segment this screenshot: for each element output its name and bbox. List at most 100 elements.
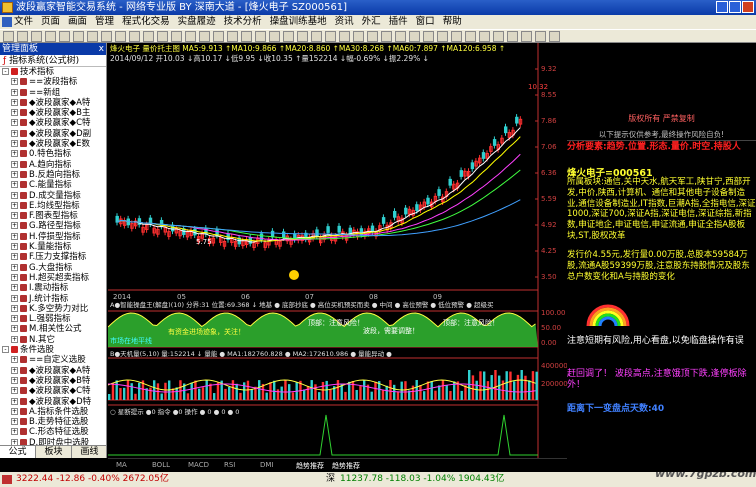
tree-item[interactable]: + D.成交量指标 (0, 191, 106, 201)
tree-item[interactable]: + ◆波段赢家◆C特 (0, 386, 106, 396)
menu-item-5[interactable]: 实盘履迹 (178, 16, 216, 27)
tab-formula[interactable]: 公式 (0, 446, 36, 458)
menu-item-4[interactable]: 程式化交易 (122, 16, 170, 27)
expand-icon[interactable]: + (11, 325, 18, 333)
toolbar-button[interactable] (325, 31, 336, 42)
tree-item[interactable]: + ==波段指标 (0, 77, 106, 87)
toolbar-button[interactable] (59, 31, 70, 42)
toolbar-button[interactable] (297, 31, 308, 42)
toolbar-button[interactable] (157, 31, 168, 42)
indicator-tab[interactable]: RSI (224, 461, 235, 469)
toolbar-button[interactable] (311, 31, 322, 42)
expand-icon[interactable]: + (11, 284, 18, 292)
tree-item[interactable]: + C.能量指标 (0, 180, 106, 190)
toolbar-button[interactable] (367, 31, 378, 42)
tree-item[interactable]: + N.其它 (0, 335, 106, 345)
tree-item[interactable]: + H.停损型指标 (0, 232, 106, 242)
expand-icon[interactable]: + (11, 201, 18, 209)
expand-icon[interactable]: + (11, 170, 18, 178)
tree-item[interactable]: + A.趋向指标 (0, 160, 106, 170)
tree-item[interactable]: + L.强弱指标 (0, 314, 106, 324)
expand-icon[interactable]: + (11, 160, 18, 168)
toolbar-button[interactable] (185, 31, 196, 42)
toolbar-button[interactable] (353, 31, 364, 42)
expand-icon[interactable]: + (11, 232, 18, 240)
menu-item-0[interactable]: 文件 (14, 16, 33, 27)
toolbar-button[interactable] (465, 31, 476, 42)
toolbar-button[interactable] (535, 31, 546, 42)
tree-item[interactable]: + F.压力支撑指标 (0, 252, 106, 262)
tree-item[interactable]: + ◆波段赢家◆A特 (0, 98, 106, 108)
tree-item[interactable]: + ==自定义选股 (0, 355, 106, 365)
toolbar-button[interactable] (381, 31, 392, 42)
expand-icon[interactable]: + (11, 129, 18, 137)
expand-icon[interactable]: - (2, 346, 9, 354)
expand-icon[interactable]: + (11, 294, 18, 302)
expand-icon[interactable]: + (11, 366, 18, 374)
expand-icon[interactable]: + (11, 387, 18, 395)
tree-item[interactable]: + B.走势特征选股 (0, 417, 106, 427)
expand-icon[interactable]: + (11, 191, 18, 199)
menu-item-10[interactable]: 插件 (389, 16, 408, 27)
tree-item[interactable]: - 技术指标 (0, 67, 106, 77)
expand-icon[interactable]: + (11, 356, 18, 364)
toolbar-button[interactable] (269, 31, 280, 42)
close-button[interactable] (742, 1, 754, 13)
toolbar-button[interactable] (17, 31, 28, 42)
toolbar-button[interactable] (451, 31, 462, 42)
expand-icon[interactable]: + (11, 119, 18, 127)
tree-item[interactable]: + ==新组 (0, 88, 106, 98)
expand-icon[interactable]: + (11, 263, 18, 271)
toolbar-button[interactable] (45, 31, 56, 42)
menu-item-1[interactable]: 页面 (41, 16, 60, 27)
menu-item-3[interactable]: 管理 (95, 16, 114, 27)
expand-icon[interactable]: + (11, 181, 18, 189)
tree-item[interactable]: + ◆波段赢家◆C特 (0, 118, 106, 128)
expand-icon[interactable]: + (11, 140, 18, 148)
expand-icon[interactable]: + (11, 397, 18, 405)
tree-item[interactable]: + M.相关性公式 (0, 324, 106, 334)
expand-icon[interactable]: + (11, 273, 18, 281)
tree-item[interactable]: + H.超买超卖指标 (0, 273, 106, 283)
tree-item[interactable]: + K.多空势力对比 (0, 304, 106, 314)
expand-icon[interactable]: + (11, 98, 18, 106)
toolbar-button[interactable] (255, 31, 266, 42)
expand-icon[interactable]: + (11, 315, 18, 323)
chart-area[interactable]: 烽火电子 量价托主图 MA5:9.913 ↑MA10:9.866 ↑MA20:8… (108, 43, 567, 458)
tree-item[interactable]: + I.震动指标 (0, 283, 106, 293)
indicator-tab[interactable]: MACD (188, 461, 209, 469)
menu-item-6[interactable]: 技术分析 (224, 16, 262, 27)
toolbar-button[interactable] (73, 31, 84, 42)
toolbar-button[interactable] (101, 31, 112, 42)
toolbar-button[interactable] (3, 31, 14, 42)
toolbar-button[interactable] (143, 31, 154, 42)
indicator-tab[interactable]: 趋势推荐 (296, 461, 324, 471)
expand-icon[interactable]: + (11, 253, 18, 261)
panel-close-button[interactable]: x (99, 43, 104, 55)
tree-item[interactable]: + F.图表型指标 (0, 211, 106, 221)
toolbar-button[interactable] (115, 31, 126, 42)
tree-item[interactable]: + A.指标条件选股 (0, 407, 106, 417)
toolbar-button[interactable] (395, 31, 406, 42)
toolbar-button[interactable] (423, 31, 434, 42)
toolbar-button[interactable] (283, 31, 294, 42)
expand-icon[interactable]: + (11, 222, 18, 230)
menu-item-12[interactable]: 帮助 (443, 16, 462, 27)
toolbar-button[interactable] (227, 31, 238, 42)
maximize-button[interactable] (729, 1, 741, 13)
tree-item[interactable]: + ◆波段赢家◆D副 (0, 129, 106, 139)
toolbar-button[interactable] (199, 31, 210, 42)
tree-item[interactable]: + ◆波段赢家◆A特 (0, 366, 106, 376)
expand-icon[interactable]: + (11, 407, 18, 415)
toolbar-button[interactable] (521, 31, 532, 42)
toolbar-button[interactable] (31, 31, 42, 42)
expand-icon[interactable]: + (11, 243, 18, 251)
menu-item-7[interactable]: 操盘训练基地 (270, 16, 327, 27)
expand-icon[interactable]: + (11, 428, 18, 436)
expand-icon[interactable]: + (11, 88, 18, 96)
tree-item[interactable]: + K.量能指标 (0, 242, 106, 252)
toolbar-button[interactable] (129, 31, 140, 42)
indicator-tab[interactable]: MA (116, 461, 127, 469)
tree-item[interactable]: + C.形态特征选股 (0, 427, 106, 437)
toolbar-button[interactable] (479, 31, 490, 42)
